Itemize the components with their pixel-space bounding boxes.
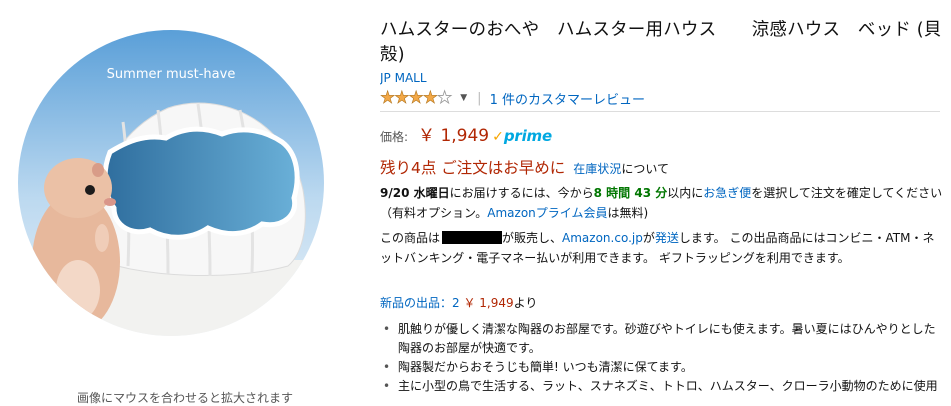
star-full-icon: ★ [422, 87, 438, 108]
seller-text: が販売し、 [502, 231, 563, 245]
new-offers-price: ￥ 1,949 [463, 296, 514, 310]
price-row: 価格: ￥ 1,949 ✓ prime [380, 121, 552, 146]
delivery-countdown: 8 時間 43 分 [593, 186, 668, 200]
feature-bullet: 肌触りが優しく清潔な陶器のお部屋です。砂遊びやトイレにも使えます。暑い夏にはひん… [380, 320, 945, 358]
prime-badge[interactable]: ✓ prime [492, 127, 552, 145]
star-full-icon: ★ [408, 87, 424, 108]
chevron-down-icon[interactable]: ▼ [460, 93, 467, 103]
stock-after-text: について [621, 162, 669, 176]
stock-warning: 残り4点 ご注文はお早めに [380, 159, 566, 177]
product-title: ハムスターのおへや ハムスター用ハウス 涼感ハウス ベッド (貝殻) [380, 20, 942, 65]
star-full-icon: ★ [380, 87, 396, 108]
seller-info: この商品は が販売し、Amazon.co.jpが発送します。 この出品商品にはコン… [380, 229, 945, 268]
star-full-icon: ★ [394, 87, 410, 108]
amazon-jp-link[interactable]: Amazon.co.jp [562, 231, 643, 245]
star-empty-icon: ★ [437, 87, 453, 108]
prime-member-link[interactable]: Amazonプライム会員 [487, 206, 607, 220]
new-offers-suffix: より [513, 296, 538, 310]
product-details: ハムスターのおへや ハムスター用ハウス 涼感ハウス ベッド (貝殻) JP MA… [380, 0, 945, 406]
prime-check-icon: ✓ [492, 129, 504, 145]
rating-row: ★ ★ ★ ★ ★ ▼ | 1 件のカスタマーレビュー [380, 88, 645, 108]
prime-logo-text: prime [503, 127, 552, 145]
feature-bullet: 主に小型の鳥で生活する、ラット、スナネズミ、トトロ、ハムスター、クローラ小動物の… [380, 377, 945, 396]
star-rating[interactable]: ★ ★ ★ ★ ★ [380, 87, 453, 108]
delivery-date: 9/20 水曜日 [380, 186, 450, 200]
delivery-text: にお届けするには、今から [449, 186, 594, 200]
separator: | [477, 90, 482, 106]
new-offers: 新品の出品：2 ￥ 1,949より [380, 294, 537, 311]
price-value: ￥ 1,949 [418, 126, 490, 146]
customer-review-link[interactable]: 1 件のカスタマーレビュー [490, 89, 645, 108]
stock-status-link[interactable]: 在庫状況 [573, 160, 621, 177]
delivery-info: 9/20 水曜日にお届けするには、今から8 時間 43 分以内にお急ぎ便を選択し… [380, 183, 945, 223]
image-column: Summer must-have 画像にマウスを合わせると拡大されます [0, 0, 370, 406]
divider [380, 111, 940, 112]
redacted-seller-name [442, 231, 503, 244]
delivery-text: は無料) [607, 206, 649, 220]
express-shipping-link[interactable]: お急ぎ便 [703, 186, 751, 200]
shipping-link[interactable]: 発送 [655, 231, 679, 245]
seller-text: この商品は [380, 231, 441, 245]
feature-bullets: 肌触りが優しく清潔な陶器のお部屋です。砂遊びやトイレにも使えます。暑い夏にはひん… [380, 320, 945, 396]
zoom-hint: 画像にマウスを合わせると拡大されます [76, 391, 293, 405]
feature-bullet: 陶器製だからおそうじも簡単! いつも清潔に保てます。 [380, 358, 945, 377]
product-image[interactable]: Summer must-have [18, 30, 324, 336]
stock-status: 残り4点 ご注文はお早めに 在庫状況 について [380, 156, 669, 178]
seller-text: が [642, 231, 655, 245]
price-label: 価格: [380, 130, 409, 144]
delivery-text: 以内に [667, 186, 704, 200]
image-overlay-text: Summer must-have [107, 67, 236, 82]
brand-link[interactable]: JP MALL [380, 71, 427, 85]
new-offers-link[interactable]: 新品の出品：2 [380, 296, 460, 310]
